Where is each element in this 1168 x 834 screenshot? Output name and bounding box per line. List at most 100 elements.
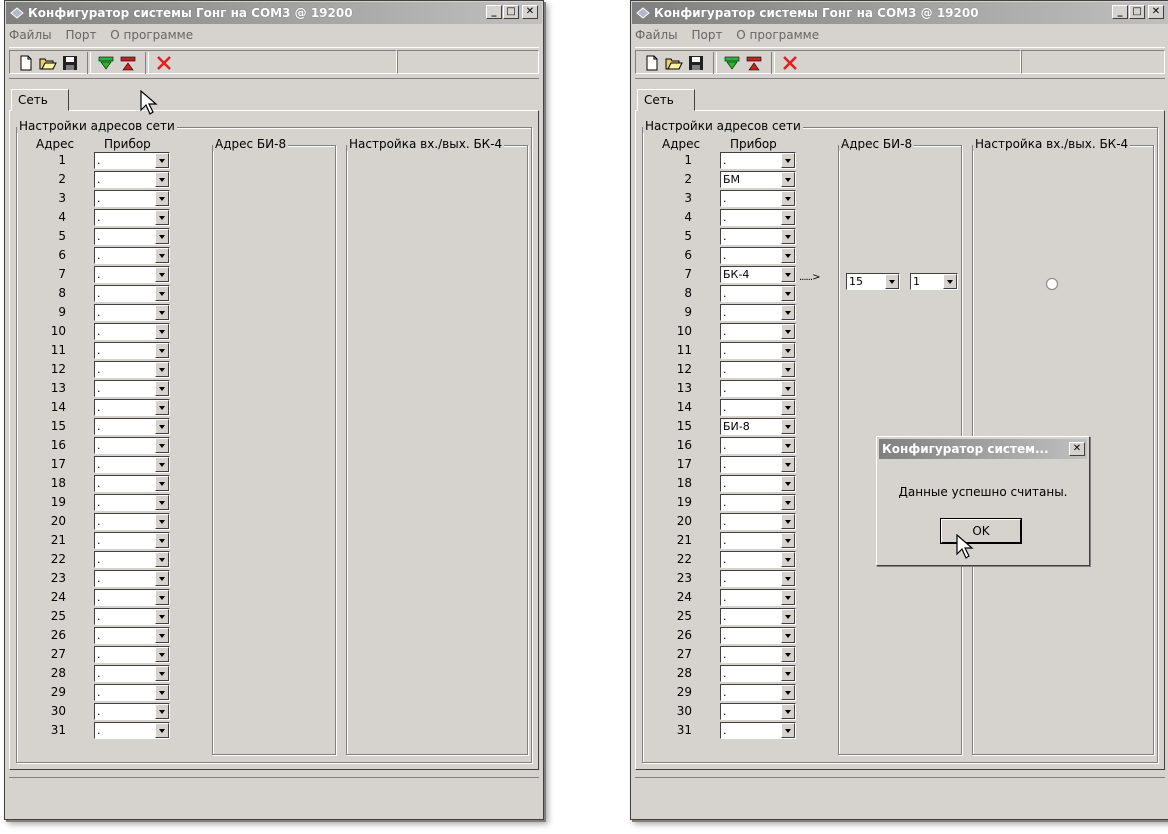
device-select[interactable]: .	[94, 494, 170, 511]
device-select[interactable]: .	[720, 380, 796, 397]
chevron-down-icon[interactable]	[155, 229, 169, 244]
device-select[interactable]: .	[720, 684, 796, 701]
device-select[interactable]: .	[94, 722, 170, 739]
chevron-down-icon[interactable]	[943, 274, 957, 289]
device-select[interactable]: .	[720, 475, 796, 492]
device-select[interactable]: .	[720, 665, 796, 682]
chevron-down-icon[interactable]	[155, 723, 169, 738]
chevron-down-icon[interactable]	[155, 704, 169, 719]
device-select[interactable]: .	[720, 570, 796, 587]
chevron-down-icon[interactable]	[155, 248, 169, 263]
device-select[interactable]: .	[720, 627, 796, 644]
chevron-down-icon[interactable]	[155, 571, 169, 586]
device-select[interactable]: .	[94, 475, 170, 492]
chevron-down-icon[interactable]	[155, 628, 169, 643]
chevron-down-icon[interactable]	[781, 191, 795, 206]
bk4-radio-button[interactable]	[1046, 278, 1058, 290]
chevron-down-icon[interactable]	[781, 723, 795, 738]
bi8-address-select[interactable]: 15	[846, 273, 900, 290]
save-disk-icon[interactable]	[61, 54, 79, 72]
tab-network[interactable]: Сеть	[11, 89, 69, 111]
chevron-down-icon[interactable]	[781, 495, 795, 510]
chevron-down-icon[interactable]	[781, 533, 795, 548]
chevron-down-icon[interactable]	[155, 495, 169, 510]
device-select[interactable]: .	[720, 361, 796, 378]
chevron-down-icon[interactable]	[155, 609, 169, 624]
chevron-down-icon[interactable]	[781, 571, 795, 586]
chevron-down-icon[interactable]	[155, 419, 169, 434]
chevron-down-icon[interactable]	[155, 153, 169, 168]
chevron-down-icon[interactable]	[155, 685, 169, 700]
device-select[interactable]: .	[720, 152, 796, 169]
chevron-down-icon[interactable]	[781, 552, 795, 567]
chevron-down-icon[interactable]	[155, 590, 169, 605]
device-select[interactable]: .	[720, 323, 796, 340]
chevron-down-icon[interactable]	[781, 400, 795, 415]
device-select[interactable]: .	[94, 608, 170, 625]
chevron-down-icon[interactable]	[155, 286, 169, 301]
device-select[interactable]: .	[720, 437, 796, 454]
chevron-down-icon[interactable]	[885, 274, 899, 289]
device-select[interactable]: .	[94, 532, 170, 549]
menu-port[interactable]: Порт	[65, 28, 96, 42]
open-folder-icon[interactable]	[665, 54, 683, 72]
chevron-down-icon[interactable]	[155, 324, 169, 339]
device-select[interactable]: .	[720, 494, 796, 511]
device-select[interactable]: .	[94, 589, 170, 606]
chevron-down-icon[interactable]	[155, 343, 169, 358]
bi8-second-select[interactable]: 1	[910, 273, 958, 290]
chevron-down-icon[interactable]	[781, 153, 795, 168]
menu-files[interactable]: Файлы	[635, 28, 678, 42]
device-select[interactable]: .	[94, 399, 170, 416]
device-select[interactable]: .	[94, 570, 170, 587]
device-select[interactable]: .	[720, 285, 796, 302]
minimize-button[interactable]: _	[486, 5, 502, 19]
device-select[interactable]: БК-4	[720, 266, 796, 283]
device-select[interactable]: .	[94, 228, 170, 245]
chevron-down-icon[interactable]	[781, 267, 795, 282]
chevron-down-icon[interactable]	[781, 305, 795, 320]
chevron-down-icon[interactable]	[781, 210, 795, 225]
new-file-icon[interactable]	[17, 54, 35, 72]
device-select[interactable]: .	[720, 513, 796, 530]
device-select[interactable]: .	[720, 703, 796, 720]
maximize-button[interactable]: □	[1129, 5, 1145, 19]
chevron-down-icon[interactable]	[781, 381, 795, 396]
device-select[interactable]: .	[94, 190, 170, 207]
title-bar[interactable]: Конфигуратор системы Гонг на COM3 @ 1920…	[632, 2, 1168, 24]
device-select[interactable]: .	[94, 152, 170, 169]
chevron-down-icon[interactable]	[155, 552, 169, 567]
device-select[interactable]: .	[720, 190, 796, 207]
device-select[interactable]: .	[94, 551, 170, 568]
read-device-icon[interactable]	[723, 54, 741, 72]
device-select[interactable]: .	[720, 456, 796, 473]
device-select[interactable]: .	[94, 247, 170, 264]
device-select[interactable]: .	[94, 380, 170, 397]
device-select[interactable]: .	[94, 418, 170, 435]
device-select[interactable]: .	[94, 665, 170, 682]
chevron-down-icon[interactable]	[781, 514, 795, 529]
device-select[interactable]: .	[720, 304, 796, 321]
device-select[interactable]: .	[720, 247, 796, 264]
device-select[interactable]: .	[94, 209, 170, 226]
chevron-down-icon[interactable]	[781, 172, 795, 187]
chevron-down-icon[interactable]	[781, 685, 795, 700]
chevron-down-icon[interactable]	[781, 324, 795, 339]
device-select[interactable]: .	[720, 551, 796, 568]
chevron-down-icon[interactable]	[781, 590, 795, 605]
chevron-down-icon[interactable]	[781, 628, 795, 643]
chevron-down-icon[interactable]	[155, 172, 169, 187]
device-select[interactable]: БМ	[720, 171, 796, 188]
device-select[interactable]: .	[720, 722, 796, 739]
device-select[interactable]: .	[720, 399, 796, 416]
device-select[interactable]: .	[94, 304, 170, 321]
chevron-down-icon[interactable]	[155, 457, 169, 472]
chevron-down-icon[interactable]	[781, 476, 795, 491]
device-select[interactable]: .	[94, 646, 170, 663]
chevron-down-icon[interactable]	[155, 533, 169, 548]
device-select[interactable]: .	[720, 209, 796, 226]
device-select[interactable]: .	[94, 513, 170, 530]
device-select[interactable]: .	[94, 684, 170, 701]
chevron-down-icon[interactable]	[781, 457, 795, 472]
chevron-down-icon[interactable]	[781, 343, 795, 358]
